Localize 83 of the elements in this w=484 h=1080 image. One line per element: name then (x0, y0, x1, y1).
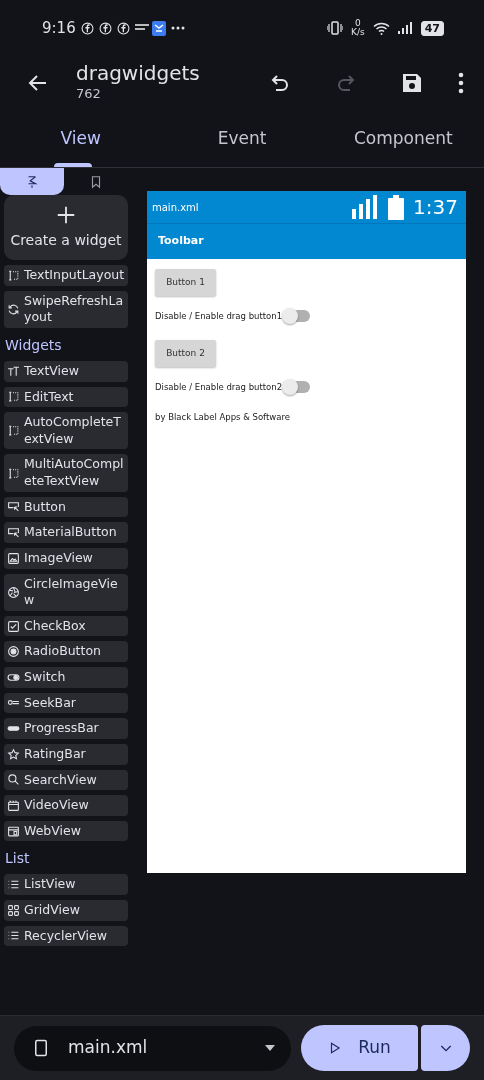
button-icon (7, 500, 20, 514)
battery-level: 47 (420, 20, 444, 36)
signal-icon (352, 195, 379, 219)
run-button[interactable]: Run (301, 1025, 418, 1071)
text-icon (7, 364, 20, 378)
signal-icon (397, 22, 413, 34)
facebook-icon (116, 21, 130, 35)
project-id: 762 (76, 85, 102, 104)
toggle-switch[interactable] (284, 381, 311, 394)
button-icon (7, 526, 20, 540)
palette-item[interactable]: Switch (4, 667, 128, 688)
palette-item[interactable]: RatingBar (4, 743, 128, 765)
plus-icon (55, 204, 77, 226)
video-icon (7, 798, 20, 812)
palette-item[interactable]: VideoView (4, 795, 128, 816)
text-field-icon (7, 466, 20, 480)
palette-item[interactable]: AutoCompleteTextView (4, 412, 128, 450)
tab[interactable]: View (0, 110, 162, 167)
window-icon (7, 824, 20, 838)
dropdown-icon (265, 1045, 275, 1051)
preview-clock: 1:37 (413, 194, 458, 221)
palette-item[interactable]: GridView (4, 900, 128, 921)
run-options-button[interactable] (421, 1025, 470, 1071)
aperture-icon (7, 585, 20, 599)
checkbox-icon (7, 619, 20, 633)
play-icon (328, 1041, 343, 1055)
app-icon (151, 20, 166, 36)
notification-icon (134, 23, 149, 33)
palette-item[interactable]: Button (4, 496, 128, 518)
file-icon (32, 1039, 50, 1057)
wifi-icon (372, 21, 390, 35)
search-icon (7, 773, 20, 787)
facebook-icon (80, 21, 94, 35)
palette-item[interactable]: TextView (4, 360, 128, 382)
palette-item[interactable]: ImageView (4, 547, 128, 569)
radio-icon (7, 645, 20, 659)
text-field-icon (7, 424, 20, 438)
switch-label: Disable / Enable drag button1 (155, 310, 283, 323)
palette-item[interactable]: SwipeRefreshLayout (4, 290, 128, 328)
battery-icon (388, 194, 405, 220)
net-speed-value: 0 (355, 19, 361, 28)
palette-item[interactable]: ListView (4, 874, 128, 895)
tab[interactable]: Event (161, 110, 323, 167)
preview-file-name: main.xml (152, 200, 199, 215)
tab[interactable]: Component (322, 110, 484, 167)
star-icon (7, 747, 20, 761)
switch-label: Disable / Enable drag button2 (155, 380, 283, 394)
more-notifications-icon (170, 26, 185, 30)
bookmark-icon (89, 174, 103, 189)
palette-item[interactable]: SearchView (4, 769, 128, 791)
refresh-icon (7, 302, 20, 316)
palette-item[interactable]: ProgressBar (4, 718, 128, 739)
preview-button[interactable]: Button 1 (155, 269, 216, 296)
section-title: Widgets (5, 335, 63, 355)
palette-item[interactable]: MaterialButton (4, 522, 128, 543)
more-icon (458, 72, 464, 94)
text-field-icon (7, 390, 20, 404)
palette-item[interactable]: RecyclerView (4, 925, 128, 947)
palette-item[interactable]: TextInputLayout (4, 265, 128, 286)
grid-icon (7, 903, 20, 917)
palette-tab[interactable] (0, 168, 64, 195)
status-time: 9:16 (42, 17, 76, 39)
preview-button[interactable]: Button 2 (155, 339, 216, 367)
image-icon (7, 551, 20, 565)
toggle-switch[interactable] (284, 310, 311, 323)
palette-item[interactable]: WebView (4, 820, 128, 842)
toolbar-title: Toolbar (158, 233, 204, 250)
credit-text: by Black Label Apps & Software (155, 410, 290, 424)
palette-item[interactable]: RadioButton (4, 641, 128, 662)
vibrate-icon (327, 21, 344, 35)
text-field-icon (7, 268, 20, 282)
palette-item[interactable]: MultiAutoCompleteTextView (4, 454, 128, 492)
create-widget-button[interactable]: Create a widget (4, 195, 128, 260)
save-icon (400, 71, 424, 95)
palette-item[interactable]: CheckBox (4, 615, 128, 637)
net-speed-unit: K/s (351, 28, 365, 37)
palette-item[interactable]: SeekBar (4, 692, 128, 714)
file-selector[interactable]: main.xml (14, 1025, 291, 1071)
palette-item[interactable]: CircleImageView (4, 573, 128, 611)
facebook-icon (98, 21, 112, 35)
palette-item[interactable]: EditText (4, 386, 128, 408)
section-title: List (5, 849, 31, 869)
project-title: dragwidgets (76, 62, 201, 85)
